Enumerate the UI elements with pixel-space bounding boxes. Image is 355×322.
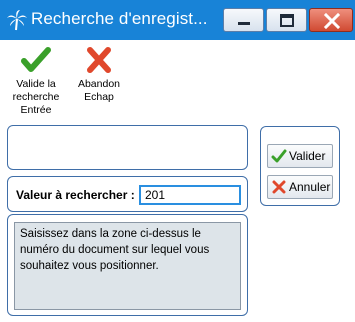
cross-icon [87, 47, 111, 73]
validate-button[interactable]: Valider [267, 144, 333, 168]
window-title: Recherche d'enregist... [31, 9, 208, 28]
search-panel: Valeur à rechercher : [7, 176, 248, 212]
empty-panel [7, 125, 248, 170]
check-icon [271, 149, 287, 163]
validate-label-line2: recherche [12, 91, 60, 103]
search-label: Valeur à rechercher : [16, 188, 135, 202]
abandon-label-line1: Abandon [77, 78, 121, 90]
actions-panel: Valider Annuler [260, 126, 340, 206]
maximize-button[interactable] [266, 8, 307, 32]
info-text: Saisissez dans la zone ci-dessus le numé… [14, 222, 241, 310]
abandon-tool[interactable]: Abandon Echap [66, 44, 132, 104]
abandon-label-line2: Echap [84, 91, 114, 103]
palm-tree-icon [7, 10, 27, 31]
toolbar: Valide la recherche Entrée Abandon Echap [0, 40, 355, 120]
minimize-icon [238, 22, 250, 25]
cancel-button-label: Annuler [289, 180, 331, 194]
validate-label-line3: Entrée [20, 104, 52, 116]
check-icon [21, 47, 51, 72]
maximize-icon [280, 14, 294, 27]
validate-label-line1: Valide la [16, 78, 56, 90]
validate-search-tool[interactable]: Valide la recherche Entrée [3, 44, 69, 117]
cancel-button[interactable]: Annuler [267, 175, 333, 199]
close-icon [323, 12, 341, 30]
cross-icon [272, 180, 286, 194]
search-input[interactable] [139, 185, 241, 205]
minimize-button[interactable] [223, 8, 264, 32]
title-bar[interactable]: Recherche d'enregist... [0, 0, 355, 40]
validate-button-label: Valider [289, 149, 326, 163]
info-panel: Saisissez dans la zone ci-dessus le numé… [7, 214, 248, 316]
close-button[interactable] [309, 8, 353, 32]
